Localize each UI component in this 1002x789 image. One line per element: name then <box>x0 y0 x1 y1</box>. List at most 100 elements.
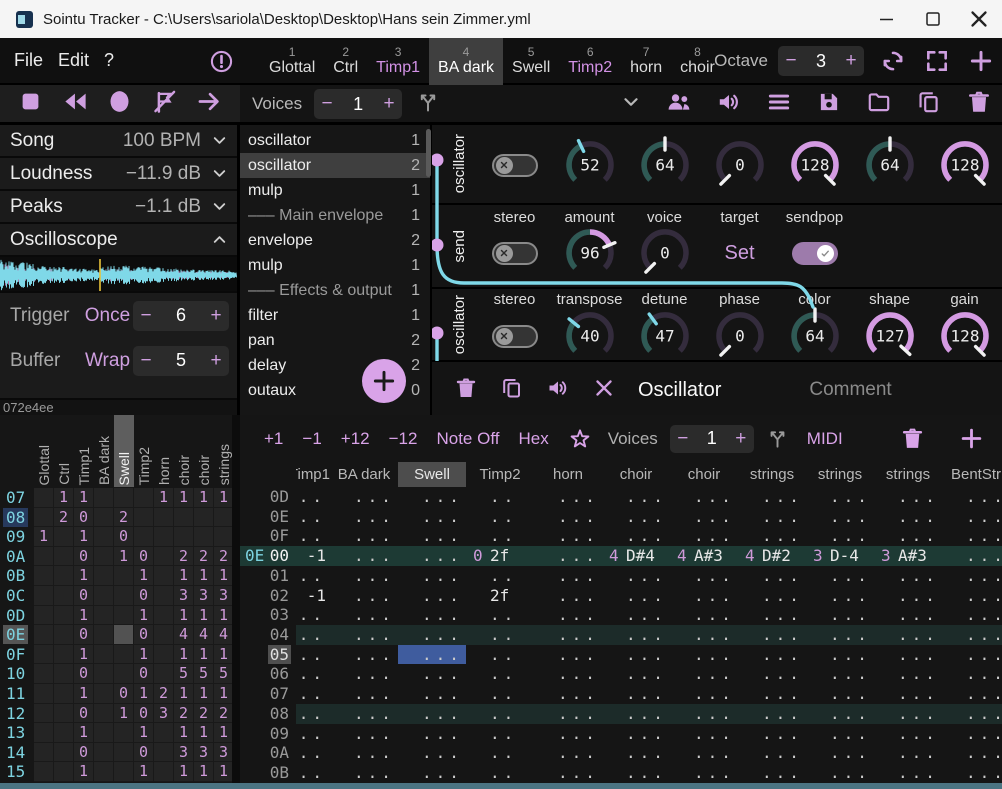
order-cell[interactable]: 1 <box>74 566 94 586</box>
order-cell[interactable] <box>94 586 114 606</box>
note-cell[interactable]: ... <box>534 625 602 645</box>
order-cell[interactable] <box>194 508 214 528</box>
buffer-decrement-button[interactable]: − <box>133 350 159 372</box>
knob[interactable]: 127 <box>852 307 927 365</box>
note-cell[interactable]: .. <box>466 704 534 724</box>
note-cell[interactable]: ... <box>942 724 1002 744</box>
panel-row-loudness[interactable]: Loudness−11.9 dB <box>0 158 237 191</box>
sendpop-toggle[interactable] <box>777 224 852 282</box>
order-column-header-timp2[interactable]: Timp2 <box>134 415 154 487</box>
note-cell[interactable]: ... <box>670 487 738 507</box>
note-cell[interactable]: ... <box>670 645 738 665</box>
note-cell[interactable]: ... <box>534 645 602 665</box>
order-cell[interactable] <box>34 762 54 782</box>
note-cell[interactable]: .. <box>466 684 534 704</box>
note-voices-increment-button[interactable]: + <box>728 428 754 450</box>
order-cell[interactable]: 1 <box>134 606 154 626</box>
order-cell[interactable] <box>154 606 174 626</box>
order-cell[interactable] <box>54 684 74 704</box>
mute-button[interactable] <box>716 89 742 115</box>
order-cell[interactable] <box>94 625 114 645</box>
order-row-label[interactable]: 11 <box>0 684 34 704</box>
note-cell[interactable]: ... <box>874 586 942 606</box>
order-cell[interactable] <box>114 586 134 606</box>
order-row-label[interactable]: 07 <box>0 488 34 508</box>
note-cell[interactable]: .. <box>296 684 330 704</box>
order-cell[interactable] <box>94 704 114 724</box>
split-icon[interactable] <box>416 90 440 114</box>
order-cell[interactable]: 1 <box>134 566 154 586</box>
note-cell[interactable]: .. <box>466 625 534 645</box>
note-cell[interactable]: ... <box>874 625 942 645</box>
order-cell[interactable] <box>54 625 74 645</box>
order-row-label[interactable]: 12 <box>0 704 34 724</box>
knob[interactable]: 52 <box>552 136 627 194</box>
order-cell[interactable]: 2 <box>194 547 214 567</box>
note-cell[interactable]: ... <box>330 704 398 724</box>
order-cell[interactable]: 3 <box>214 586 232 606</box>
order-column-header-choir[interactable]: choir <box>194 415 214 487</box>
note-cell[interactable]: ... <box>330 625 398 645</box>
order-row-label[interactable]: 0E <box>0 625 34 645</box>
note-cell[interactable]: ... <box>330 566 398 586</box>
note-cell[interactable]: ... <box>602 507 670 527</box>
unit-row-oscillator[interactable]: oscillator5264012864128 <box>432 125 1002 205</box>
order-cell[interactable]: 1 <box>74 684 94 704</box>
delete-pattern-button[interactable] <box>900 426 925 451</box>
note-cell[interactable]: ... <box>670 566 738 586</box>
note-cell[interactable]: ... <box>602 586 670 606</box>
note-cell[interactable]: ... <box>806 586 874 606</box>
order-cell[interactable] <box>34 743 54 763</box>
unit-solo-button[interactable] <box>546 376 570 405</box>
note-track-header-ba-dark[interactable]: BA dark <box>330 462 398 487</box>
order-cell[interactable]: 1 <box>134 762 154 782</box>
order-cell[interactable]: 1 <box>194 684 214 704</box>
order-cell[interactable] <box>154 762 174 782</box>
trigger-decrement-button[interactable]: − <box>133 305 159 327</box>
order-cell[interactable] <box>114 566 134 586</box>
order-cell[interactable]: 0 <box>134 704 154 724</box>
order-cell[interactable]: 2 <box>54 508 74 528</box>
note-track-header-strings[interactable]: strings <box>874 462 942 487</box>
note-cell[interactable]: ... <box>670 763 738 783</box>
order-cell[interactable] <box>54 723 74 743</box>
menu-file[interactable]: File <box>14 50 43 71</box>
note-cell[interactable]: .. <box>296 526 330 546</box>
note-cell[interactable]: ... <box>602 763 670 783</box>
note-cell[interactable]: ... <box>534 684 602 704</box>
note-cell[interactable]: ... <box>942 684 1002 704</box>
order-cell[interactable]: 0 <box>114 684 134 704</box>
order-cell[interactable] <box>214 508 232 528</box>
note-cell[interactable]: ... <box>874 743 942 763</box>
order-cell[interactable]: 1 <box>174 566 194 586</box>
note-cell[interactable]: ... <box>738 526 806 546</box>
order-cell[interactable] <box>114 606 134 626</box>
order-row-label[interactable]: 0B <box>0 566 34 586</box>
order-cell[interactable]: 0 <box>74 625 94 645</box>
note-cell[interactable]: ... <box>602 664 670 684</box>
order-cell[interactable]: 5 <box>174 664 194 684</box>
order-cell[interactable]: 3 <box>194 586 214 606</box>
note-cell[interactable]: .. <box>296 743 330 763</box>
note-cell[interactable]: 02f <box>466 546 534 566</box>
stereo-toggle[interactable] <box>477 224 552 282</box>
note-cell[interactable]: -1 <box>296 586 330 606</box>
track-tab-timp1[interactable]: 3Timp1 <box>367 38 429 85</box>
order-cell[interactable]: 0 <box>134 625 154 645</box>
note-tool-+12[interactable]: +12 <box>341 429 370 449</box>
note-cell[interactable]: ... <box>534 566 602 586</box>
order-row-label[interactable]: 13 <box>0 723 34 743</box>
order-cell[interactable] <box>34 664 54 684</box>
order-cell[interactable] <box>54 645 74 665</box>
note-cell[interactable]: ... <box>398 586 466 606</box>
order-cell[interactable]: 1 <box>74 527 94 547</box>
note-cell[interactable]: ... <box>806 664 874 684</box>
order-cell[interactable] <box>154 586 174 606</box>
knob[interactable]: 128 <box>927 136 1002 194</box>
unit-row-send[interactable]: sendstereoamountvoicetargetsendpop960Set <box>432 205 1002 289</box>
order-cell[interactable]: 1 <box>194 606 214 626</box>
note-cell[interactable]: ... <box>738 625 806 645</box>
note-cell[interactable]: .. <box>296 605 330 625</box>
order-cell[interactable]: 1 <box>174 684 194 704</box>
buffer-increment-button[interactable]: + <box>203 350 229 372</box>
